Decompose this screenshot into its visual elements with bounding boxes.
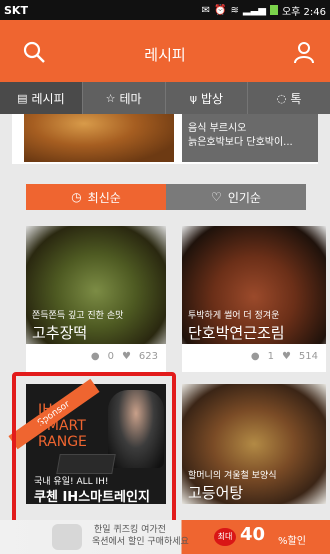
heart-icon: ♡ — [211, 190, 222, 204]
ad-title: 쿠첸 IH스마트레인지 — [34, 490, 150, 505]
heart-icon: ♥ — [121, 351, 131, 362]
max-badge: 최대 — [214, 528, 236, 546]
tab-label: 테마 — [119, 91, 142, 106]
tab-label: 레시피 — [31, 91, 65, 106]
discount-label: %할인 — [278, 536, 306, 547]
banner-line2: 옥션에서 할인 구매하세요 — [92, 537, 189, 547]
status-bar: SKT ✉ ⏰ ≋ ▂▃▅ 오후 2:46 — [0, 0, 330, 20]
tab-label: 톡 — [290, 91, 302, 106]
recipe-title: 단호박연근조림 — [188, 324, 285, 342]
sort-toggle: ◷ 최신순 ♡ 인기순 — [26, 184, 306, 210]
like-count: 623 — [138, 351, 158, 362]
comment-icon: ● — [250, 351, 260, 362]
featured-line2: 늙은호박보다 단호박이... — [188, 137, 293, 148]
bottom-ad-banner[interactable]: 한일 퀴즈킹 여가전 옥션에서 할인 구매하세요 최대 40 %할인 — [0, 520, 330, 554]
sort-latest-button[interactable]: ◷ 최신순 — [26, 184, 166, 210]
brand-line: SMART — [38, 418, 86, 434]
brand-slogan: IH SMART RANGE — [38, 402, 87, 450]
user-icon[interactable] — [292, 40, 316, 64]
signal-icon: ▂▃▅ — [242, 4, 266, 16]
sort-popular-button[interactable]: ♡ 인기순 — [166, 184, 306, 210]
chat-icon: ◌ — [276, 91, 287, 105]
featured-image — [24, 114, 174, 162]
comment-count: 0 — [107, 351, 114, 362]
utensils-icon: ψ — [189, 91, 197, 105]
recipe-title: 고추장떡 — [32, 324, 88, 342]
sort-latest-label: 최신순 — [87, 190, 121, 205]
battery-icon — [269, 5, 278, 15]
featured-line1: 음식 부르시오 — [188, 123, 247, 134]
clock-label: 오후 2:46 — [281, 6, 326, 18]
tab-talk[interactable]: ◌ 톡 — [248, 82, 330, 114]
sponsored-card[interactable]: Sponsor IH SMART RANGE 국내 유일! ALL IH! 쿠첸… — [8, 378, 166, 505]
app-header: 레시피 — [0, 20, 330, 82]
ad-model-image — [108, 390, 164, 468]
sort-popular-label: 인기순 — [227, 190, 261, 205]
wifi-icon: ≋ — [230, 4, 239, 16]
clock-icon: ◷ — [71, 190, 82, 204]
recipe-stats: ● 1 ♥ 514 — [251, 351, 318, 362]
tab-table[interactable]: ψ 밥상 — [166, 82, 249, 114]
heart-icon: ♥ — [281, 351, 291, 362]
star-icon: ☆ — [105, 91, 116, 105]
brand-line: RANGE — [38, 434, 87, 450]
carrier-label: SKT — [4, 3, 28, 17]
product-image — [52, 524, 82, 550]
recipe-subtitle: 투박하게 썰어 더 정겨운 — [188, 311, 280, 321]
tab-recipe[interactable]: ▤ 레시피 — [0, 82, 83, 114]
stove-image — [56, 454, 116, 474]
recipe-stats: ● 0 ♥ 623 — [91, 351, 158, 362]
recipe-title: 고등어탕 — [188, 484, 244, 502]
page-title: 레시피 — [144, 46, 186, 64]
recipe-subtitle: 쫀득쫀득 깊고 진한 손맛 — [32, 311, 124, 321]
recipe-card[interactable]: 할머니의 겨울철 보양식 고등어탕 — [182, 384, 326, 504]
tab-theme[interactable]: ☆ 테마 — [83, 82, 166, 114]
status-icons: ✉ ⏰ ≋ ▂▃▅ 오후 2:46 — [202, 3, 326, 18]
featured-card[interactable]: 음식 부르시오 늙은호박보다 단호박이... — [12, 114, 318, 164]
tab-bar: ▤ 레시피 ☆ 테마 ψ 밥상 ◌ 톡 — [0, 82, 330, 114]
brand-line: IH — [38, 402, 53, 418]
tab-label: 밥상 — [200, 91, 224, 106]
recipe-subtitle: 할머니의 겨울철 보양식 — [188, 471, 277, 481]
comment-icon: ● — [90, 351, 100, 362]
mute-icon: ✉ — [201, 4, 211, 16]
book-icon: ▤ — [17, 91, 28, 105]
recipe-card[interactable]: 쫀득쫀득 깊고 진한 손맛 고추장떡 ● 0 ♥ 623 — [26, 226, 166, 372]
featured-description: 음식 부르시오 늙은호박보다 단호박이... — [188, 122, 293, 150]
alarm-icon: ⏰ — [214, 4, 227, 16]
recipe-card[interactable]: 투박하게 썰어 더 정겨운 단호박연근조림 ● 1 ♥ 514 — [182, 226, 326, 372]
discount-percent: 40 — [240, 524, 266, 545]
like-count: 514 — [298, 351, 318, 362]
comment-count: 1 — [267, 351, 274, 362]
